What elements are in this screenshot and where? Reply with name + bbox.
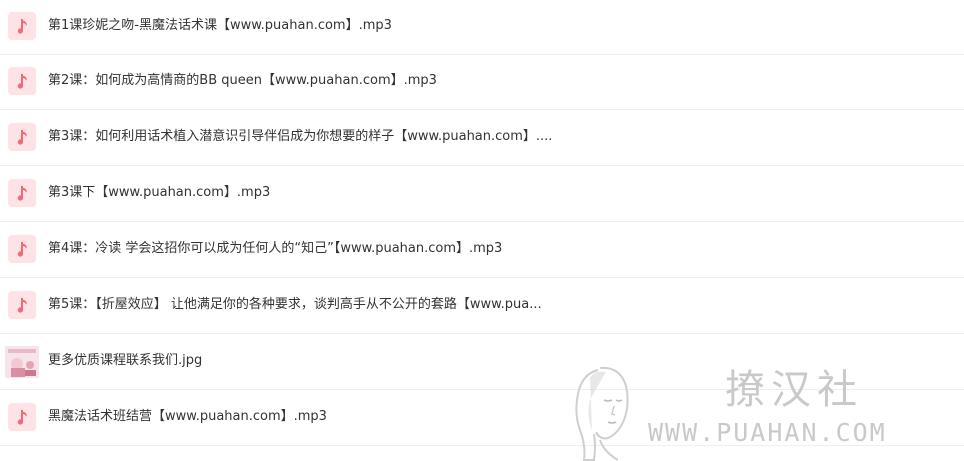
watermark-url: WWW.PUAHAN.COM [648,418,887,447]
file-name: 第3课下【www.puahan.com】.mp3 [48,185,271,200]
file-name: 第5课：【折屋效应】 让他满足你的各种要求，谈判高手从不公开的套路【www.pu… [48,297,542,312]
file-name: 黑魔法话术班结营【www.puahan.com】.mp3 [48,409,327,424]
woman-portrait-logo [575,366,629,461]
file-name: 第4课：冷读 学会这招你可以成为任何人的“知己”【www.puahan.com】… [48,241,503,256]
file-row[interactable]: 第4课：冷读 学会这招你可以成为任何人的“知己”【www.puahan.com】… [0,223,964,278]
file-row[interactable]: 第1课珍妮之吻-黑魔法话术课【www.puahan.com】.mp3 [0,0,964,55]
watermark-title: 撩汉社 [725,367,863,413]
file-row[interactable]: 第5课：【折屋效应】 让他满足你的各种要求，谈判高手从不公开的套路【www.pu… [0,279,964,334]
music-icon [8,235,36,263]
music-icon [8,12,36,40]
file-name: 更多优质课程联系我们.jpg [48,353,203,368]
music-icon [8,403,36,431]
file-row[interactable]: 第3课下【www.puahan.com】.mp3 [0,167,964,222]
watermark: 撩汉社 WWW.PUAHAN.COM [560,360,960,461]
music-icon [8,123,36,151]
file-name: 第1课珍妮之吻-黑魔法话术课【www.puahan.com】.mp3 [48,18,392,33]
file-name: 第3课：如何利用话术植入潜意识引导伴侣成为你想要的样子【www.puahan.c… [48,129,553,144]
image-thumbnail [5,346,39,378]
file-name: 第2课：如何成为高情商的BB queen【www.puahan.com】.mp3 [48,73,437,88]
file-row[interactable]: 第3课：如何利用话术植入潜意识引导伴侣成为你想要的样子【www.puahan.c… [0,111,964,166]
file-row[interactable]: 第2课：如何成为高情商的BB queen【www.puahan.com】.mp3 [0,55,964,110]
music-icon [8,179,36,207]
music-icon [8,291,36,319]
music-icon [8,67,36,95]
